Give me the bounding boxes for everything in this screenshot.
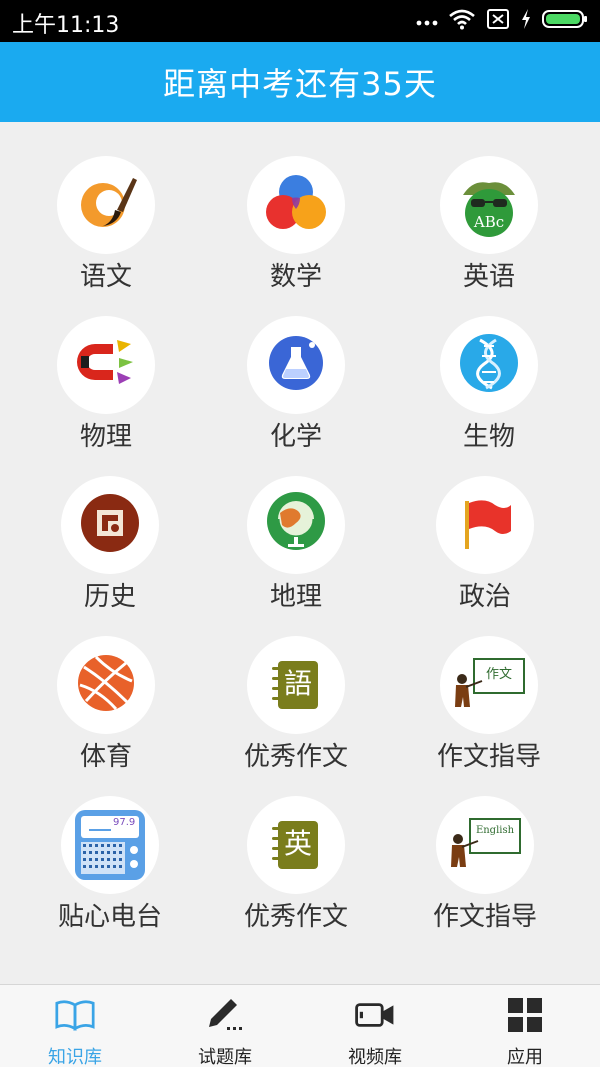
icon-circle <box>57 156 155 254</box>
basketball-icon <box>76 653 136 717</box>
subject-item-pe[interactable]: 体育 <box>6 602 206 772</box>
circles-icon <box>261 168 331 242</box>
more-dots-icon <box>416 12 438 31</box>
seal-icon <box>78 491 142 559</box>
icon-circle: 英 <box>247 796 345 894</box>
subject-item-chinese[interactable]: 语文 <box>6 122 206 292</box>
subject-label: 作文指导 <box>432 902 537 932</box>
wifi-icon <box>448 8 476 34</box>
subject-item-history[interactable]: 历史 <box>10 442 210 612</box>
subject-item-excellent-essays-english[interactable]: 英 优秀作文 <box>196 762 396 932</box>
tab-question-bank[interactable]: 试题库 <box>150 985 300 1067</box>
subject-grid: 语文 数学 ABc 英语 物理 化学 生物 历史 地理 政治 体育 語 优秀作文… <box>0 122 600 984</box>
abc-icon: ABc <box>453 169 525 241</box>
tab-apps[interactable]: 应用 <box>450 985 600 1067</box>
chinese-notebook-icon: 語 <box>268 657 324 713</box>
teacher-board-text: 作文 <box>485 667 512 682</box>
tab-video-library[interactable]: 视频库 <box>300 985 450 1067</box>
icon-circle <box>247 476 345 574</box>
status-icons <box>416 8 588 34</box>
apps-grid-icon <box>505 997 545 1033</box>
icon-circle: ABc <box>440 156 538 254</box>
video-camera-icon <box>355 997 395 1033</box>
pencil-icon <box>205 997 245 1033</box>
status-bar: 上午11:13 <box>0 0 600 42</box>
radio-frequency-text: 97.9 <box>113 817 136 828</box>
icon-circle <box>436 476 534 574</box>
brush-icon <box>73 170 139 240</box>
icon-circle <box>57 316 155 414</box>
icon-circle: 97.9 <box>61 796 159 894</box>
icon-circle: 作文 <box>440 636 538 734</box>
charging-icon <box>520 8 532 34</box>
tab-label: 知识库 <box>48 1047 102 1067</box>
icon-circle <box>247 316 345 414</box>
icon-circle: 語 <box>247 636 345 734</box>
tab-knowledge-base[interactable]: 知识库 <box>0 985 150 1067</box>
tab-label: 试题库 <box>198 1047 252 1067</box>
english-notebook-icon: 英 <box>268 817 324 873</box>
teacher-board-icon: English <box>448 815 522 875</box>
icon-circle <box>247 156 345 254</box>
flask-icon <box>266 333 326 397</box>
subject-item-math[interactable]: 数学 <box>196 122 396 292</box>
english-notebook-text: 英 <box>283 827 312 860</box>
bottom-nav: 知识库 试题库 视频库 应用 <box>0 984 600 1067</box>
battery-icon <box>542 8 588 34</box>
tab-label: 应用 <box>507 1047 543 1067</box>
book-icon <box>55 997 95 1033</box>
subject-item-radio[interactable]: 97.9 贴心电台 <box>10 762 210 932</box>
subject-item-english[interactable]: ABc 英语 <box>389 122 589 292</box>
magnet-icon <box>73 330 139 400</box>
header-title: 距离中考还有35天 <box>163 65 437 103</box>
subject-label: 贴心电台 <box>57 902 162 932</box>
chinese-notebook-text: 語 <box>283 667 312 700</box>
globe-icon <box>264 491 328 559</box>
subject-item-essay-guidance-english[interactable]: English 作文指导 <box>385 762 585 932</box>
status-time: 上午11:13 <box>12 13 120 38</box>
abc-icon-text: ABc <box>473 213 505 231</box>
flag-icon <box>455 493 515 557</box>
subject-item-politics[interactable]: 政治 <box>385 442 585 612</box>
subject-item-biology[interactable]: 生物 <box>389 282 589 452</box>
teacher-board-icon: 作文 <box>452 655 526 715</box>
tab-label: 视频库 <box>348 1047 402 1067</box>
teacher-board-text: English <box>475 825 515 836</box>
icon-circle: English <box>436 796 534 894</box>
subject-item-essay-guidance[interactable]: 作文 作文指导 <box>389 602 589 772</box>
subject-item-chemistry[interactable]: 化学 <box>196 282 396 452</box>
icon-circle <box>57 636 155 734</box>
icon-circle <box>440 316 538 414</box>
icon-circle <box>61 476 159 574</box>
subject-label: 优秀作文 <box>243 902 348 932</box>
subject-item-physics[interactable]: 物理 <box>6 282 206 452</box>
no-sim-icon <box>486 8 510 34</box>
radio-icon: 97.9 <box>69 804 151 886</box>
app-header: 距离中考还有35天 <box>0 42 600 122</box>
subject-item-excellent-essays[interactable]: 語 优秀作文 <box>196 602 396 772</box>
dna-icon <box>458 332 520 398</box>
subject-item-geography[interactable]: 地理 <box>196 442 396 612</box>
